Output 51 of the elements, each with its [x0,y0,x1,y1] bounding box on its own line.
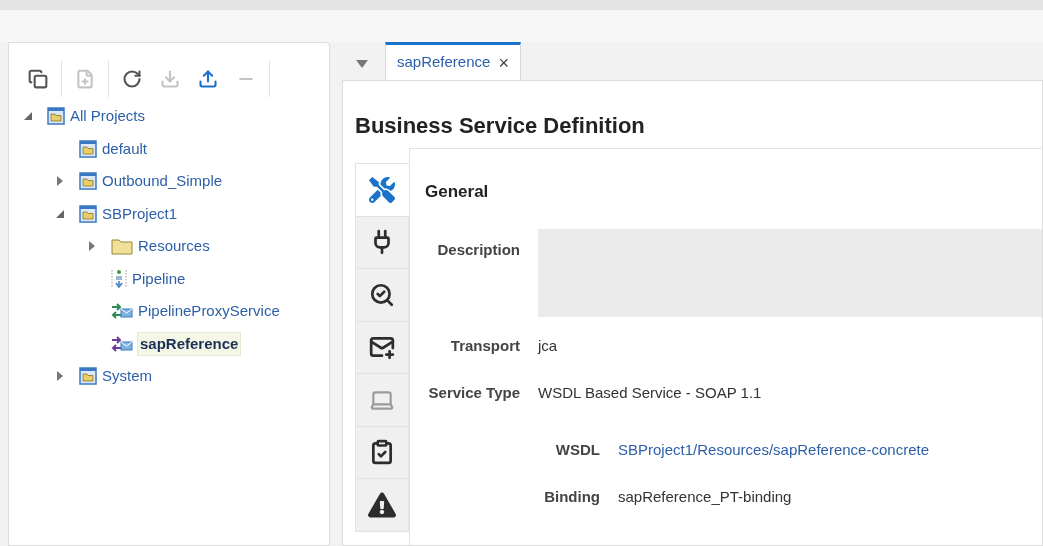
wsdl-link[interactable]: SBProject1/Resources/sapReference-concrete [618,439,929,462]
close-button[interactable]: × [498,53,509,72]
dropdown-triangle-icon[interactable] [356,60,368,68]
expand-triangle-icon[interactable] [55,371,65,382]
side-tab[interactable] [355,478,409,532]
project-folder-icon [79,172,97,191]
tree-item[interactable]: Outbound_Simple [101,170,224,193]
field-value: sapReference_PT-binding [618,487,792,508]
collapse-triangle-icon[interactable] [55,208,65,219]
tree-item[interactable]: default [101,137,149,160]
mail-tool-icon [369,334,395,361]
editor-tab[interactable]: sapReference × [385,42,521,80]
tree-item[interactable]: Pipeline [131,267,187,290]
clipboard-check-icon [369,439,395,466]
field-label: Description [436,240,521,260]
service-arrows-icon [111,302,133,321]
side-tab[interactable] [355,425,409,479]
warning-icon [368,490,396,519]
tree-item[interactable]: PipelineProxyService [137,300,281,323]
refresh-icon[interactable] [122,69,142,89]
field-value: WSDL Based Service - SOAP 1.1 [538,383,762,404]
tree-item[interactable]: System [101,365,153,388]
upload-icon[interactable] [198,69,218,89]
service-arrows-icon [111,334,133,353]
collapse-all-icon[interactable] [28,69,48,89]
side-tab[interactable] [355,215,409,269]
expand-triangle-icon[interactable] [55,176,65,187]
field-label: Service Type [427,383,521,404]
field-label: WSDL [554,440,601,461]
pipeline-icon [111,268,127,289]
tools-icon [369,176,395,203]
tree-item[interactable]: Resources [137,235,211,258]
project-folder-icon [79,139,97,158]
field-label: Binding [543,487,601,508]
side-tab[interactable] [355,268,409,322]
project-folder-icon [79,367,97,386]
expand-triangle-icon[interactable] [87,241,97,252]
field-label: Transport [449,336,521,357]
tree-item[interactable]: SBProject1 [101,202,179,225]
search-icon [369,281,395,308]
page-title: Business Service Definition [354,112,646,140]
collapse-triangle-icon[interactable] [23,111,33,122]
description-field[interactable] [538,229,1042,317]
tree-item[interactable]: All Projects [69,105,147,128]
folder-icon [111,237,133,256]
project-folder-icon [79,204,97,223]
field-value: jca [538,336,558,357]
tree-item[interactable]: sapReference [137,331,242,356]
project-folder-icon [47,107,65,126]
section-title: General [424,181,490,203]
side-tab[interactable] [355,320,409,374]
